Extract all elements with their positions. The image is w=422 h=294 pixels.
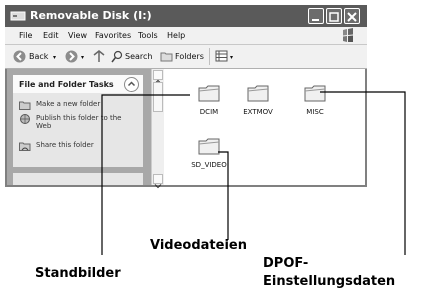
annotation-standbilder: Standbilder bbox=[35, 266, 121, 281]
annotation-dpof-line2: Einstellungsdaten bbox=[263, 274, 396, 289]
callout-line-standbilder bbox=[101, 94, 190, 255]
annotation-dpof-line1: DPOF- bbox=[263, 256, 309, 271]
callout-line-videodateien bbox=[218, 151, 229, 240]
callout-line-dpof bbox=[320, 91, 406, 255]
annotation-videodateien: Videodateien bbox=[150, 238, 247, 253]
